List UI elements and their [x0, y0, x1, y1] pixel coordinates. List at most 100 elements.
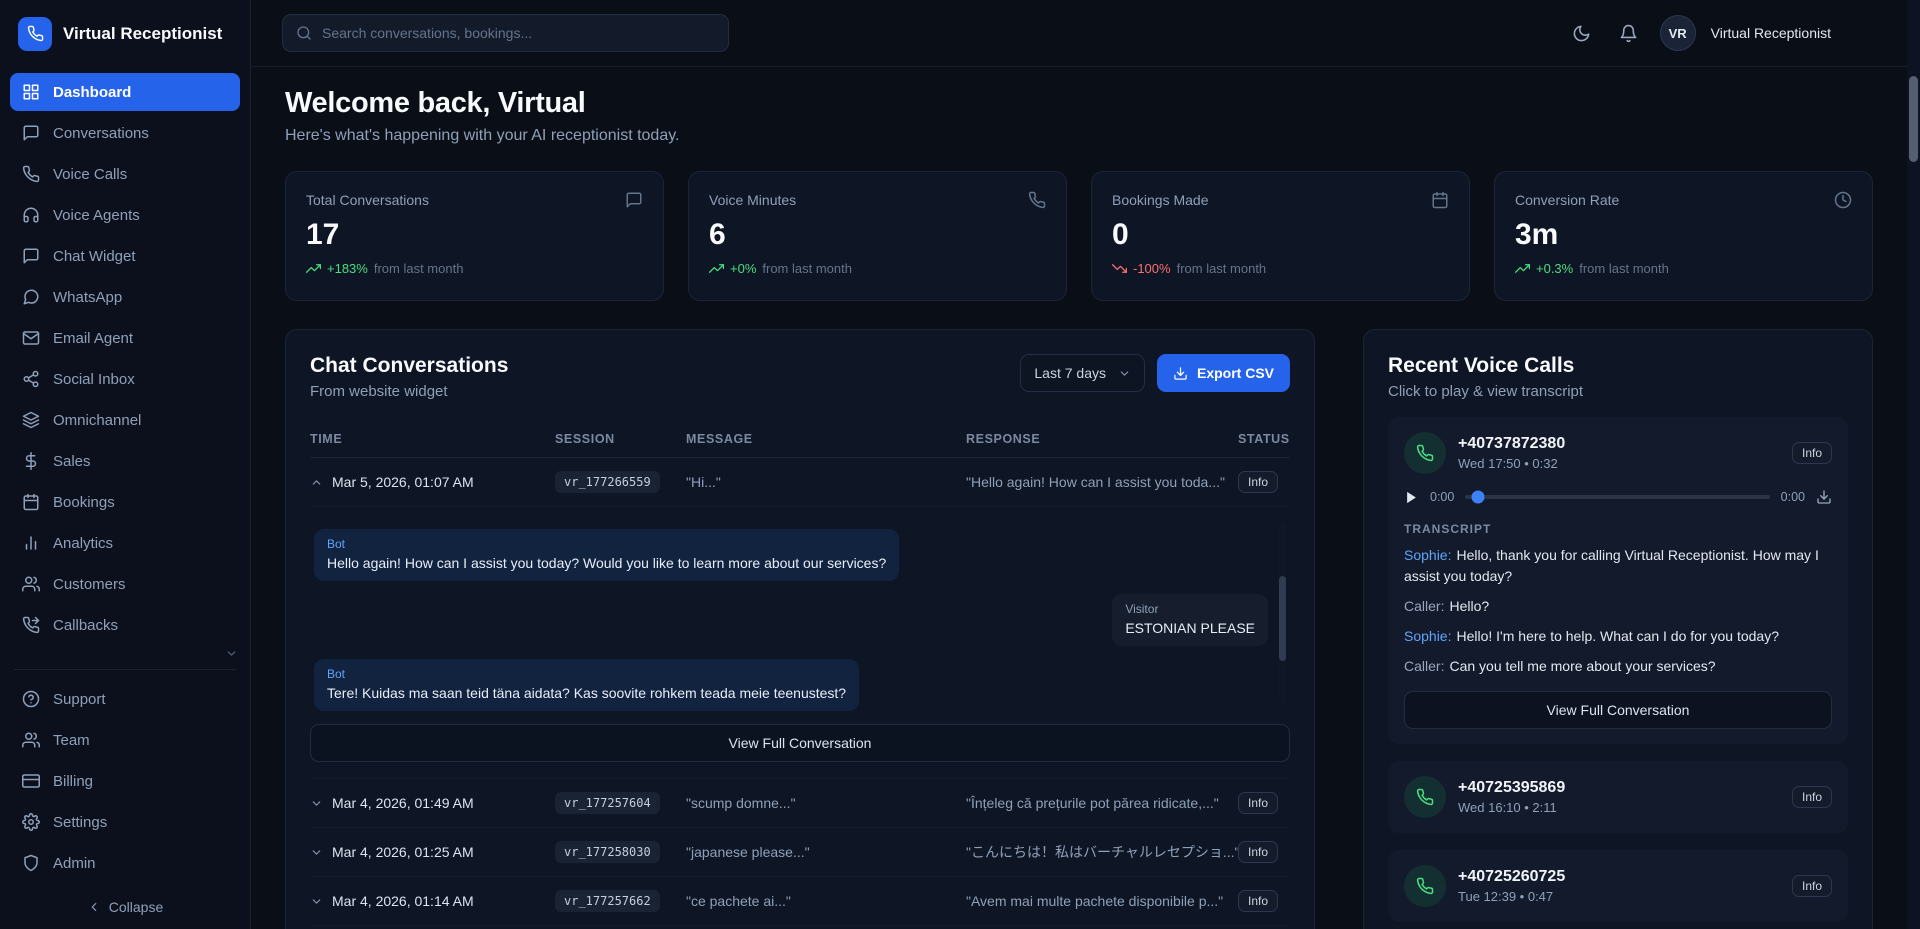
- gear-icon: [22, 813, 40, 831]
- status-badge[interactable]: Info: [1238, 890, 1278, 912]
- chevron-up-icon[interactable]: [310, 476, 323, 489]
- sidebar-item-omnichannel[interactable]: Omnichannel: [10, 401, 240, 439]
- stat-card-total-conversations: Total Conversations 17 +183%from last mo…: [285, 171, 664, 301]
- stat-label: Conversion Rate: [1515, 192, 1619, 208]
- sidebar-item-callbacks[interactable]: Callbacks: [10, 606, 240, 644]
- col-status: STATUS: [1238, 432, 1290, 446]
- table-row[interactable]: Mar 5, 2026, 01:07 AM vr_177266559 "Hi..…: [310, 458, 1290, 507]
- view-full-conversation-button[interactable]: View Full Conversation: [1404, 691, 1832, 729]
- page-scrollbar-thumb[interactable]: [1909, 76, 1918, 162]
- status-badge[interactable]: Info: [1238, 792, 1278, 814]
- voice-call-card[interactable]: +40737872380 Wed 17:50 • 0:32 Info 0:00 …: [1388, 417, 1848, 744]
- transcript-text: Hello?: [1449, 598, 1489, 614]
- sidebar-item-admin[interactable]: Admin: [10, 844, 240, 882]
- phone-icon: [1028, 191, 1046, 209]
- transcript-text: Can you tell me more about your services…: [1449, 658, 1715, 674]
- status-badge[interactable]: Info: [1792, 786, 1832, 808]
- table-row[interactable]: Mar 4, 2026, 01:14 AM vr_177257662 "ce p…: [310, 877, 1290, 926]
- content-columns: Chat Conversations From website widget L…: [285, 329, 1873, 929]
- sidebar-item-conversations[interactable]: Conversations: [10, 114, 240, 152]
- chevron-down-icon[interactable]: [310, 797, 323, 810]
- sidebar-item-dashboard[interactable]: Dashboard: [10, 73, 240, 111]
- notifications-button[interactable]: [1613, 17, 1645, 49]
- sender-label: Bot: [327, 537, 886, 551]
- stat-value: 6: [709, 218, 1046, 252]
- phone-call-icon: [1404, 776, 1446, 818]
- table-row[interactable]: Mar 4, 2026, 01:49 AM vr_177257604 "scum…: [310, 779, 1290, 828]
- stat-delta-suffix: from last month: [374, 261, 464, 276]
- voice-call-card[interactable]: +40725395869 Wed 16:10 • 2:11 Info: [1388, 761, 1848, 833]
- stat-label: Voice Minutes: [709, 192, 796, 208]
- sidebar-item-voice-agents[interactable]: Voice Agents: [10, 196, 240, 234]
- search-input[interactable]: [322, 25, 715, 41]
- slider-knob[interactable]: [1471, 491, 1484, 504]
- sidebar-item-analytics[interactable]: Analytics: [10, 524, 240, 562]
- page-title: Welcome back, Virtual: [285, 87, 1873, 120]
- chevron-down-icon[interactable]: [310, 846, 323, 859]
- download-icon: [1173, 366, 1188, 381]
- call-meta: Tue 12:39 • 0:47: [1458, 889, 1565, 904]
- chevron-down-icon[interactable]: [310, 895, 323, 908]
- row-message: "Hi...": [686, 474, 966, 490]
- call-meta: Wed 17:50 • 0:32: [1458, 456, 1565, 471]
- dark-mode-toggle[interactable]: [1566, 17, 1598, 49]
- status-badge[interactable]: Info: [1238, 471, 1278, 493]
- phone-call-icon: [1404, 432, 1446, 474]
- speaker-name: Caller:: [1404, 598, 1444, 614]
- sender-label: Visitor: [1125, 602, 1255, 616]
- sidebar-item-customers[interactable]: Customers: [10, 565, 240, 603]
- view-full-conversation-button[interactable]: View Full Conversation: [310, 724, 1290, 762]
- phone-icon: [22, 165, 40, 183]
- row-response: "Avem mai multe pachete disponibile p...…: [966, 893, 1238, 909]
- status-badge[interactable]: Info: [1792, 442, 1832, 464]
- row-message: "scump domne...": [686, 795, 966, 811]
- row-time: Mar 4, 2026, 01:49 AM: [332, 795, 474, 811]
- sidebar-item-whatsapp[interactable]: WhatsApp: [10, 278, 240, 316]
- credit-card-icon: [22, 772, 40, 790]
- sidebar-item-sales[interactable]: Sales: [10, 442, 240, 480]
- export-csv-button[interactable]: Export CSV: [1157, 354, 1290, 392]
- search-box[interactable]: [282, 14, 729, 52]
- current-time: 0:00: [1430, 490, 1454, 504]
- trend-up-icon: [709, 261, 724, 276]
- status-badge[interactable]: Info: [1792, 875, 1832, 897]
- stat-delta: +183%: [327, 261, 368, 276]
- play-icon[interactable]: [1404, 490, 1419, 505]
- sidebar-item-billing[interactable]: Billing: [10, 762, 240, 800]
- call-meta: Wed 16:10 • 2:11: [1458, 800, 1565, 815]
- visitor-message-bubble: Visitor ESTONIAN PLEASE: [1112, 594, 1268, 646]
- nav-scroll-indicator[interactable]: [10, 647, 240, 661]
- sidebar-item-settings[interactable]: Settings: [10, 803, 240, 841]
- table-row[interactable]: Mar 4, 2026, 01:25 AM vr_177258030 "japa…: [310, 828, 1290, 877]
- page-scrollbar[interactable]: [1907, 0, 1920, 929]
- sidebar-item-team[interactable]: Team: [10, 721, 240, 759]
- chat-panel-subtitle: From website widget: [310, 383, 508, 400]
- sidebar-item-voice-calls[interactable]: Voice Calls: [10, 155, 240, 193]
- transcript-text: Hello! I'm here to help. What can I do f…: [1456, 628, 1779, 644]
- sidebar-item-chat-widget[interactable]: Chat Widget: [10, 237, 240, 275]
- chat-messages-area: Bot Hello again! How can I assist you to…: [310, 521, 1290, 711]
- grid-icon: [22, 83, 40, 101]
- session-badge: vr_177257662: [555, 890, 660, 912]
- avatar[interactable]: VR: [1660, 15, 1696, 51]
- collapse-sidebar-button[interactable]: Collapse: [0, 885, 250, 929]
- app-logo: Virtual Receptionist: [0, 0, 250, 67]
- call-number: +40725395869: [1458, 779, 1565, 797]
- date-range-select[interactable]: Last 7 days: [1020, 354, 1145, 392]
- voice-call-card[interactable]: +40725260725 Tue 12:39 • 0:47 Info: [1388, 850, 1848, 922]
- sidebar-item-support[interactable]: Support: [10, 680, 240, 718]
- sidebar-item-email-agent[interactable]: Email Agent: [10, 319, 240, 357]
- row-message: "japanese please...": [686, 844, 966, 860]
- sidebar-item-social-inbox[interactable]: Social Inbox: [10, 360, 240, 398]
- seek-slider[interactable]: [1465, 495, 1769, 499]
- chat-scrollbar[interactable]: [1279, 521, 1286, 705]
- status-badge[interactable]: Info: [1238, 841, 1278, 863]
- sidebar-divider: [14, 669, 236, 670]
- sidebar-item-bookings[interactable]: Bookings: [10, 483, 240, 521]
- chat-scrollbar-thumb[interactable]: [1279, 576, 1286, 661]
- bot-message-bubble: Bot Tere! Kuidas ma saan teid täna aidat…: [314, 659, 859, 711]
- download-icon[interactable]: [1816, 489, 1832, 505]
- main-area: VR Virtual Receptionist Welcome back, Vi…: [251, 0, 1907, 929]
- mail-icon: [22, 329, 40, 347]
- bell-icon: [1619, 24, 1638, 43]
